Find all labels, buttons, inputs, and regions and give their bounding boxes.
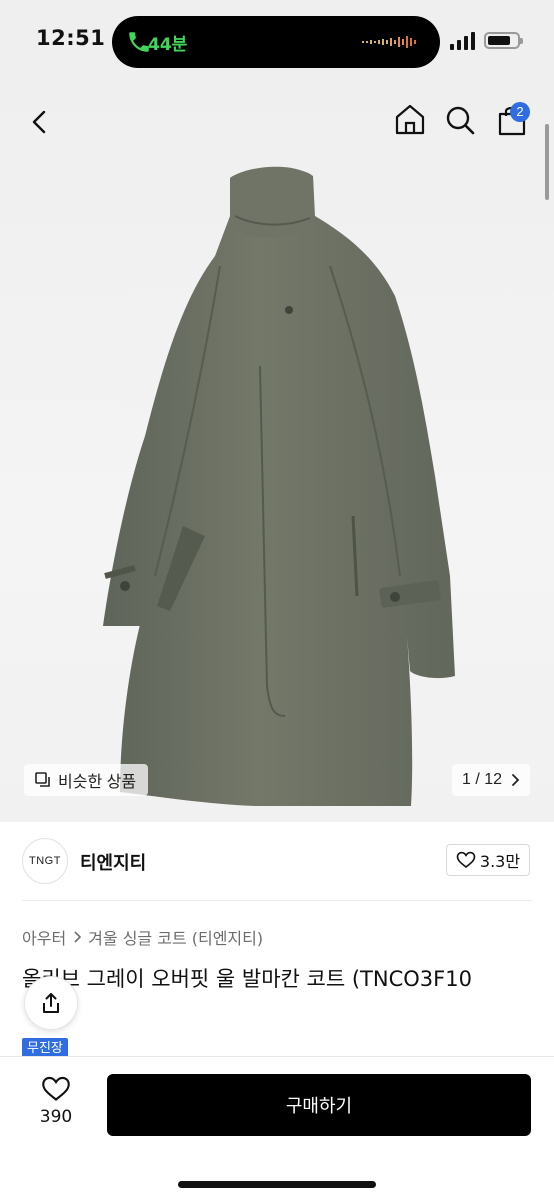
wishlist-count: 390 — [39, 1107, 73, 1127]
image-page-indicator[interactable]: 1 / 12 — [452, 764, 530, 796]
share-icon — [43, 993, 59, 1013]
product-image-gallery[interactable]: 비슷한 상품 1 / 12 — [0, 84, 554, 822]
search-icon — [446, 106, 475, 135]
bottom-action-bar: 390 구매하기 — [0, 1056, 554, 1200]
back-button[interactable] — [22, 104, 58, 140]
shop-like-button[interactable]: 3.3만 — [446, 844, 530, 876]
share-button[interactable] — [24, 976, 78, 1030]
shop-like-count: 3.3만 — [479, 852, 521, 871]
similar-products-button[interactable]: 비슷한 상품 — [24, 764, 149, 796]
heart-icon — [42, 1076, 70, 1101]
call-pill[interactable]: 44분 — [112, 16, 440, 68]
call-duration: 44분 — [148, 35, 188, 55]
scroll-indicator — [545, 124, 549, 200]
home-button[interactable] — [392, 102, 428, 138]
status-bar: 12:51 44분 — [0, 0, 554, 84]
chevron-right-icon — [74, 931, 82, 943]
chevron-left-icon — [32, 110, 46, 134]
page-indicator-text: 1 / 12 — [461, 771, 503, 788]
wishlist-button[interactable]: 390 — [28, 1075, 84, 1137]
product-title: 올리브 그레이 오버핏 울 발마칸 코트 (TNCO3F10 — [22, 967, 472, 991]
divider — [22, 900, 532, 901]
product-photo-coat — [103, 166, 455, 806]
search-button[interactable] — [442, 102, 478, 138]
cellular-signal-icon — [450, 32, 475, 50]
similar-products-label: 비슷한 상품 — [58, 774, 137, 791]
audio-wave-icon — [362, 36, 416, 48]
battery-level — [488, 36, 510, 45]
chevron-right-icon — [512, 774, 520, 786]
shop-logo[interactable]: TNGT — [22, 838, 68, 884]
home-icon — [395, 104, 425, 135]
home-indicator — [178, 1181, 376, 1188]
shop-name[interactable]: 티엔지티 — [80, 849, 146, 875]
breadcrumb-item[interactable]: 아우터 — [22, 925, 66, 949]
cart-count-badge: 2 — [510, 102, 530, 122]
copy-icon — [35, 772, 50, 787]
breadcrumb-item[interactable]: 겨울 싱글 코트 (티엔지티) — [88, 925, 263, 949]
battery-icon — [484, 32, 523, 49]
status-time: 12:51 — [36, 26, 106, 50]
heart-icon — [456, 851, 476, 869]
breadcrumb: 아우터 겨울 싱글 코트 (티엔지티) — [22, 925, 263, 949]
buy-button[interactable]: 구매하기 — [107, 1074, 531, 1136]
